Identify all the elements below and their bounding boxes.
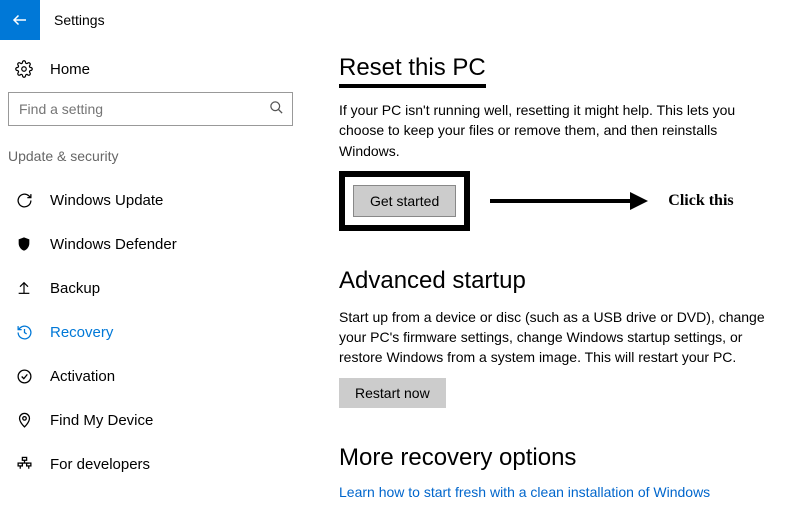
search-box[interactable] [8,92,293,126]
advanced-desc: Start up from a device or disc (such as … [339,307,769,368]
nav-label: Backup [50,280,100,297]
nav-label: Activation [50,368,115,385]
arrow-annotation: Click this [490,192,733,210]
check-circle-icon [14,368,34,385]
developer-icon [14,456,34,473]
nav-backup[interactable]: Backup [4,266,301,310]
fresh-install-link[interactable]: Learn how to start fresh with a clean in… [339,484,782,500]
nav-activation[interactable]: Activation [4,354,301,398]
search-input[interactable] [9,93,292,125]
gear-icon [14,60,34,78]
arrow-line-icon [490,199,630,203]
advanced-title: Advanced startup [339,267,526,295]
annotation-text: Click this [668,192,733,210]
home-nav[interactable]: Home [4,50,301,92]
back-button[interactable] [0,0,40,40]
nav-windows-update[interactable]: Windows Update [4,178,301,222]
nav-for-developers[interactable]: For developers [4,442,301,486]
home-label: Home [50,61,90,78]
location-search-icon [14,412,34,429]
nav-label: Windows Defender [50,236,177,253]
sync-icon [14,192,34,209]
reset-title: Reset this PC [339,54,486,88]
more-title: More recovery options [339,444,576,472]
search-icon [269,100,284,118]
restart-now-button[interactable]: Restart now [339,378,446,408]
arrow-left-icon [11,11,29,29]
category-label: Update & security [4,142,301,178]
shield-icon [14,236,34,252]
nav-label: For developers [50,456,150,473]
nav-label: Windows Update [50,192,163,209]
nav-label: Find My Device [50,412,153,429]
get-started-button[interactable]: Get started [353,185,456,217]
nav-find-my-device[interactable]: Find My Device [4,398,301,442]
window-title: Settings [54,12,105,28]
reset-desc: If your PC isn't running well, resetting… [339,100,769,161]
nav-windows-defender[interactable]: Windows Defender [4,222,301,266]
nav-recovery[interactable]: Recovery [4,310,301,354]
history-icon [14,324,34,341]
upload-icon [14,280,34,296]
nav-label: Recovery [50,324,113,341]
arrow-head-icon [630,192,648,210]
annotation-highlight: Get started [339,171,470,231]
